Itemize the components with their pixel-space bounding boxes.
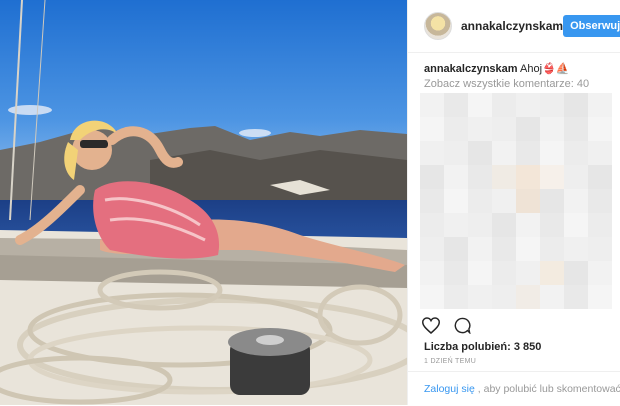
- blur-cell: [444, 213, 468, 237]
- blur-cell: [444, 141, 468, 165]
- blur-cell: [492, 213, 516, 237]
- blur-cell: [492, 261, 516, 285]
- view-all-comments-link[interactable]: Zobacz wszystkie komentarze: 40: [408, 77, 620, 90]
- comment-icon[interactable]: [454, 317, 471, 339]
- blur-cell: [540, 141, 564, 165]
- blur-cell: [516, 117, 540, 141]
- blur-cell: [516, 237, 540, 261]
- post-timestamp: 1 DZIEŃ TEMU: [424, 358, 477, 365]
- blur-cell: [588, 237, 612, 261]
- blur-cell: [420, 285, 444, 309]
- blur-cell: [468, 117, 492, 141]
- blur-cell: [540, 213, 564, 237]
- likes-count[interactable]: Liczba polubień: 3 850: [424, 341, 541, 353]
- blur-cell: [588, 165, 612, 189]
- blur-cell: [516, 285, 540, 309]
- blur-cell: [444, 189, 468, 213]
- blur-cell: [492, 117, 516, 141]
- blur-cell: [564, 285, 588, 309]
- blur-cell: [564, 213, 588, 237]
- blur-cell: [516, 93, 540, 117]
- blur-cell: [468, 141, 492, 165]
- blur-cell: [588, 93, 612, 117]
- login-prompt: Zaloguj się , aby polubić lub skomentowa…: [408, 371, 620, 406]
- blur-cell: [420, 189, 444, 213]
- blur-cell: [516, 261, 540, 285]
- blur-cell: [444, 117, 468, 141]
- follow-button[interactable]: Obserwuj: [563, 15, 620, 37]
- blur-cell: [588, 141, 612, 165]
- blur-cell: [444, 93, 468, 117]
- blur-cell: [420, 141, 444, 165]
- caption-username[interactable]: annakalczynskam: [424, 63, 518, 75]
- blur-cell: [468, 285, 492, 309]
- blur-cell: [564, 93, 588, 117]
- blur-cell: [420, 165, 444, 189]
- blur-cell: [588, 261, 612, 285]
- login-link[interactable]: Zaloguj się: [424, 383, 475, 395]
- blur-cell: [540, 285, 564, 309]
- blur-cell: [516, 141, 540, 165]
- blur-cell: [564, 261, 588, 285]
- blur-cell: [468, 237, 492, 261]
- blur-cell: [444, 261, 468, 285]
- blur-cell: [468, 165, 492, 189]
- action-bar: [421, 317, 471, 339]
- blur-cell: [540, 189, 564, 213]
- blur-cell: [540, 93, 564, 117]
- blur-cell: [588, 285, 612, 309]
- blur-cell: [540, 261, 564, 285]
- avatar[interactable]: [424, 12, 452, 40]
- blur-cell: [420, 213, 444, 237]
- blur-cell: [492, 285, 516, 309]
- blur-cell: [540, 165, 564, 189]
- blurred-comments: [420, 93, 612, 311]
- blur-cell: [588, 117, 612, 141]
- caption: annakalczynskam Ahoj👙⛵: [408, 53, 620, 77]
- blur-cell: [516, 213, 540, 237]
- blur-cell: [564, 237, 588, 261]
- blur-cell: [492, 189, 516, 213]
- blur-cell: [516, 165, 540, 189]
- blur-cell: [468, 213, 492, 237]
- blur-cell: [420, 93, 444, 117]
- blur-cell: [588, 189, 612, 213]
- blur-cell: [540, 117, 564, 141]
- heart-icon[interactable]: [421, 317, 441, 339]
- blur-cell: [492, 237, 516, 261]
- instagram-post: annakalczynskam Obserwuj annakalczynskam…: [0, 0, 620, 405]
- caption-text: Ahoj👙⛵: [520, 63, 570, 75]
- blur-cell: [444, 237, 468, 261]
- blur-cell: [468, 189, 492, 213]
- photo-illustration: [0, 0, 407, 405]
- blur-cell: [468, 93, 492, 117]
- blur-cell: [492, 141, 516, 165]
- username-link[interactable]: annakalczynskam: [461, 19, 563, 33]
- blur-cell: [420, 261, 444, 285]
- blur-cell: [420, 117, 444, 141]
- blur-cell: [420, 237, 444, 261]
- blur-cell: [516, 189, 540, 213]
- post-photo[interactable]: [0, 0, 407, 405]
- blur-cell: [564, 117, 588, 141]
- blur-cell: [564, 189, 588, 213]
- blur-cell: [444, 165, 468, 189]
- blur-cell: [468, 261, 492, 285]
- blur-cell: [492, 93, 516, 117]
- blur-cell: [588, 213, 612, 237]
- blur-cell: [492, 165, 516, 189]
- blur-cell: [540, 237, 564, 261]
- blur-cell: [564, 165, 588, 189]
- post-side-panel: annakalczynskam Obserwuj annakalczynskam…: [407, 0, 620, 405]
- blur-cell: [444, 285, 468, 309]
- login-suffix: , aby polubić lub skomentować.: [477, 383, 620, 395]
- post-header: annakalczynskam Obserwuj: [408, 0, 620, 53]
- blur-cell: [564, 141, 588, 165]
